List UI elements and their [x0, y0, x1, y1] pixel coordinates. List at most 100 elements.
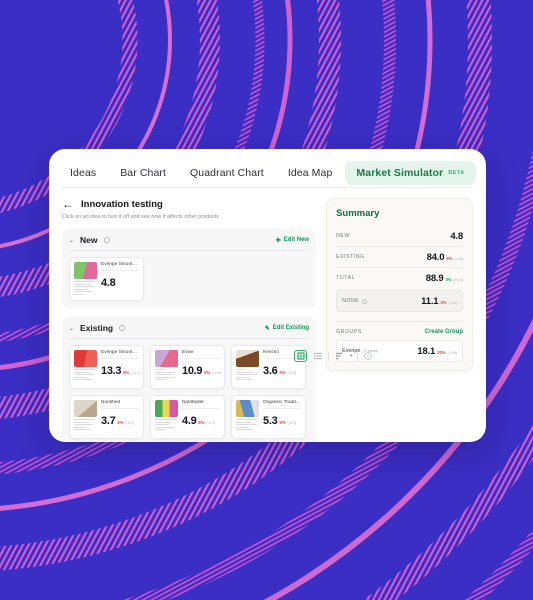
summary-row-existing: EXISTING 84.0 5% (-4.5): [336, 247, 463, 267]
idea-delta-note: (-0.3): [287, 421, 297, 425]
info-icon[interactable]: [103, 237, 110, 243]
summary-row-label: EXISTING: [336, 254, 365, 260]
info-icon[interactable]: [362, 298, 368, 304]
summary-row-none[interactable]: NONE 11.1 3% (-0.4): [336, 290, 463, 312]
idea-card[interactable]: Nurished 3.7 5% (-0.2): [69, 395, 144, 439]
summary-panel: Summary NEW 4.8 EXISTING 84.0 5% (-4.5): [326, 198, 473, 371]
idea-title: Everipe Smooth...: [101, 262, 139, 271]
idea-card[interactable]: Organinc Tradit... 5.3 5% (-0.3): [231, 395, 306, 439]
tab-idea-map[interactable]: Idea Map: [277, 161, 344, 185]
card-thumbnail: [155, 400, 178, 434]
back-arrow-icon[interactable]: ←: [62, 198, 74, 210]
summary-row-total: TOTAL 88.9 0% (+0.4): [336, 268, 463, 288]
list-icon[interactable]: [311, 350, 324, 362]
product-image: [74, 350, 97, 367]
product-image: [236, 350, 259, 367]
summary-column: Summary NEW 4.8 EXISTING 84.0 5% (-4.5): [326, 198, 473, 442]
edit-new-label: Edit New: [283, 237, 310, 243]
card-thumbnail: [74, 400, 97, 434]
page-title: Innovation testing: [81, 198, 163, 210]
idea-delta-note: (-0.3): [206, 421, 216, 425]
summary-row-pct: 3%: [440, 299, 447, 305]
new-card-grid: Everipe Smooth... 4.8: [69, 257, 309, 301]
idea-card[interactable]: Evive 10.9 5% (-0.6): [150, 345, 225, 389]
idea-card[interactable]: Everipe Smooth... 4.8: [69, 257, 144, 301]
idea-score: 3.7: [101, 415, 116, 427]
tab-ideas[interactable]: Ideas: [59, 161, 107, 185]
card-text-lines: [236, 419, 259, 431]
idea-score: 10.9: [182, 365, 203, 377]
tab-label: Quadrant Chart: [190, 166, 264, 179]
product-image: [74, 262, 97, 279]
idea-card[interactable]: Nutribullet 4.9 5% (-0.3): [150, 395, 225, 439]
card-thumbnail: [155, 350, 178, 384]
edit-existing-label: Edit Existing: [272, 325, 310, 331]
section-title: New: [80, 235, 98, 245]
idea-card[interactable]: Everipe Smooth... 13.3 5% (-0.7): [69, 345, 144, 389]
summary-none-label: NONE: [342, 298, 360, 304]
info-icon[interactable]: [119, 325, 126, 331]
idea-delta-pct: 5%: [198, 420, 205, 425]
edit-new-button[interactable]: ✚ Edit New: [276, 237, 309, 244]
card-thumbnail: [236, 350, 259, 384]
groups-label: GROUPS: [336, 329, 362, 335]
create-group-button[interactable]: Create Group: [425, 329, 463, 335]
chevron-down-icon[interactable]: ⌄: [69, 237, 74, 244]
summary-row-value: 11.1: [421, 295, 439, 307]
card-text-lines: [155, 369, 178, 381]
idea-title: Nutribullet: [182, 400, 220, 409]
summary-row-label: NONE: [342, 298, 368, 304]
summary-row-note: (-4.5): [454, 256, 463, 261]
idea-delta-pct: 5%: [279, 420, 286, 425]
idea-score: 5.3: [263, 415, 278, 427]
tab-market-simulator[interactable]: Market Simulator BETA: [345, 160, 476, 185]
chevron-down-icon[interactable]: ⌄: [69, 325, 74, 332]
sort-icon[interactable]: [333, 350, 346, 362]
chevron-down-icon[interactable]: ▾: [350, 353, 353, 359]
tab-label: Bar Chart: [120, 166, 167, 179]
summary-row-note: (+0.4): [453, 277, 464, 282]
section-title: Existing: [80, 323, 114, 333]
idea-delta-note: (-0.2): [287, 371, 297, 375]
summary-row-value: 88.9: [425, 272, 444, 284]
product-image: [74, 400, 97, 417]
help-circle-icon[interactable]: [362, 350, 375, 362]
product-image: [155, 350, 178, 367]
groups-header: GROUPS Create Group: [336, 321, 463, 335]
card-text-lines: [74, 419, 97, 431]
section-header: ⌄ Existing ✎ Edit Existing: [69, 323, 309, 338]
summary-row-value: 4.8: [450, 230, 463, 242]
card-text-lines: [74, 281, 97, 295]
idea-delta-pct: 5%: [279, 370, 286, 375]
idea-delta-note: (-0.2): [125, 421, 135, 425]
tab-quadrant-chart[interactable]: Quadrant Chart: [179, 161, 275, 185]
card-text-lines: [236, 369, 259, 381]
section-existing: ⌄ Existing ✎ Edit Existing Everipe Smoot…: [62, 317, 317, 442]
idea-title: Organinc Tradit...: [263, 400, 301, 409]
existing-card-grid: Everipe Smooth... 13.3 5% (-0.7) Evive 1…: [69, 345, 309, 439]
ideas-column: ← Innovation testing Click on an idea to…: [62, 198, 317, 442]
card-thumbnail: [74, 350, 97, 384]
summary-row-pct: 0%: [445, 276, 452, 282]
edit-existing-button[interactable]: ✎ Edit Existing: [265, 325, 309, 332]
idea-score: 4.9: [182, 415, 197, 427]
tab-label: Market Simulator: [356, 166, 444, 179]
pencil-icon: ✎: [264, 325, 270, 332]
idea-delta-pct: 5%: [117, 420, 124, 425]
idea-title: Evive: [182, 350, 220, 359]
idea-title: Everipe Smooth...: [101, 350, 139, 359]
beta-badge: BETA: [448, 169, 465, 176]
tab-bar: Ideas Bar Chart Quadrant Chart Idea Map …: [49, 149, 486, 187]
toolbar-separator: [356, 351, 358, 361]
idea-score: 4.8: [101, 277, 116, 289]
summary-row-new: NEW 4.8: [336, 226, 463, 246]
plus-icon: ✚: [275, 237, 281, 244]
idea-delta-note: (-0.6): [212, 371, 221, 375]
page-subtitle: Click on an idea to turn it off and see …: [62, 214, 219, 220]
group-value: 18.1: [417, 345, 436, 357]
table-grid-icon[interactable]: [294, 350, 307, 362]
content-area: ← Innovation testing Click on an idea to…: [49, 188, 486, 442]
section-new: ⌄ New ✚ Edit New Everipe Smooth... 4.8: [62, 229, 317, 308]
card-thumbnail: [74, 262, 97, 296]
tab-bar-chart[interactable]: Bar Chart: [109, 161, 177, 185]
